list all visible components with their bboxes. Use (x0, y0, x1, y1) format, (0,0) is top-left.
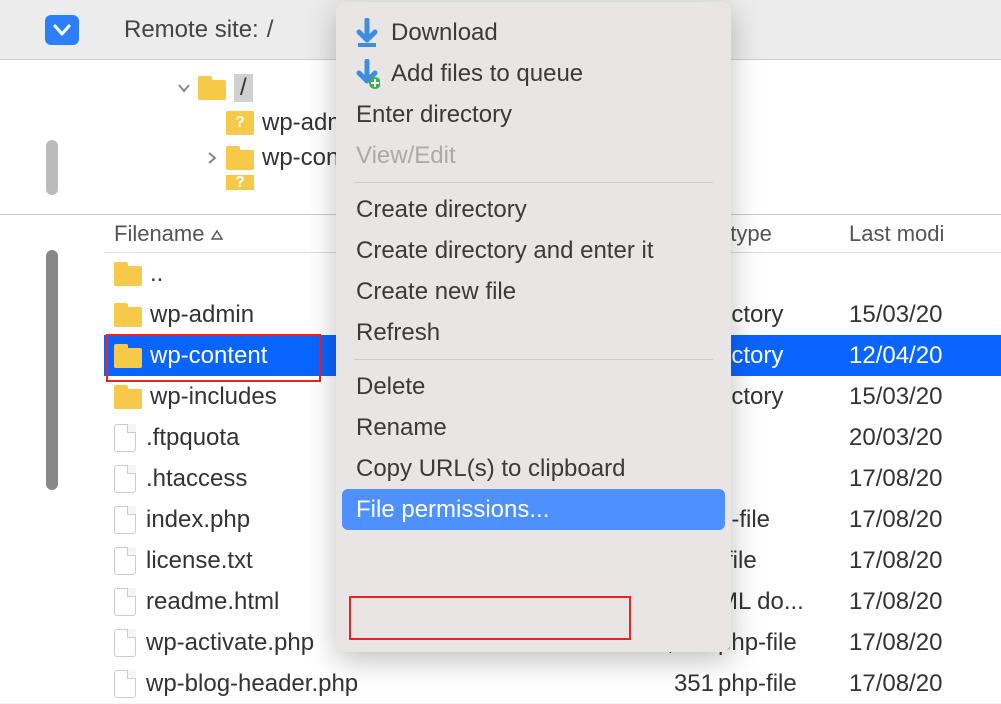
filetype-label: ML do... (714, 588, 839, 616)
modified-label: 17/08/20 (839, 465, 1001, 493)
folder-icon (226, 146, 254, 170)
list-scrollbar-thumb[interactable] (46, 250, 58, 490)
menu-separator (354, 359, 713, 360)
filename-label: wp-admin (150, 301, 254, 329)
filetype-label: php-file (714, 670, 839, 698)
filetype-label: -file (714, 547, 839, 575)
menu-item-enter-directory[interactable]: Enter directory (336, 94, 731, 135)
filetype-label: php-file (714, 629, 839, 657)
tree-item-label: wp-con (262, 144, 339, 172)
tree-item-label: wp-adm (262, 109, 347, 137)
folder-icon (114, 303, 142, 327)
folder-icon (198, 76, 226, 100)
menu-label: Delete (356, 373, 425, 401)
list-row[interactable]: wp-blog-header.php 351php-file17/08/20 (104, 663, 1001, 704)
filename-label: readme.html (146, 588, 279, 616)
filetype-label: ectory (714, 342, 839, 370)
tree-item-label: / (234, 74, 253, 102)
sort-ascending-icon (210, 221, 224, 247)
menu-item-create-directory[interactable]: Create directory (336, 189, 731, 230)
history-dropdown-button[interactable] (45, 15, 79, 45)
download-icon (354, 18, 380, 48)
folder-icon (114, 262, 142, 286)
menu-label: Add files to queue (391, 60, 583, 88)
menu-label: Create directory (356, 196, 527, 224)
file-icon (114, 506, 136, 534)
menu-item-delete[interactable]: Delete (336, 366, 731, 407)
file-icon (114, 465, 136, 493)
menu-label: Refresh (356, 319, 440, 347)
remote-site-label: Remote site: (124, 16, 259, 44)
menu-item-view-edit: View/Edit (336, 135, 731, 176)
filename-label: wp-includes (150, 383, 277, 411)
header-label: Filename (114, 221, 204, 247)
chevron-down-icon[interactable] (174, 78, 194, 98)
file-icon (114, 670, 136, 698)
filename-label: wp-content (150, 342, 267, 370)
filename-label: .ftpquota (146, 424, 239, 452)
filesize-label: 351 (644, 670, 714, 698)
context-menu: Download Add files to queue Enter direct… (336, 2, 731, 652)
filename-label: .htaccess (146, 465, 247, 493)
modified-label: 17/08/20 (839, 670, 1001, 698)
filename-label: license.txt (146, 547, 253, 575)
filetype-label: e (714, 424, 839, 452)
menu-label: Enter directory (356, 101, 512, 129)
modified-label: 20/03/20 (839, 424, 1001, 452)
filetype-label: ectory (714, 383, 839, 411)
remote-site-path[interactable]: / (267, 16, 274, 44)
modified-label: 17/08/20 (839, 588, 1001, 616)
tree-scrollbar[interactable] (0, 60, 104, 214)
filename-label: wp-activate.php (146, 629, 314, 657)
modified-label: 12/04/20 (839, 342, 1001, 370)
file-icon (114, 547, 136, 575)
file-icon (114, 588, 136, 616)
menu-item-copy-url[interactable]: Copy URL(s) to clipboard (336, 448, 731, 489)
folder-unknown-icon (226, 111, 254, 135)
filetype-label: ectory (714, 301, 839, 329)
menu-label: Rename (356, 414, 447, 442)
spacer (202, 113, 222, 133)
menu-label: Create new file (356, 278, 516, 306)
folder-icon (114, 385, 142, 409)
menu-item-create-directory-enter[interactable]: Create directory and enter it (336, 230, 731, 271)
filename-label: wp-blog-header.php (146, 670, 358, 698)
filetype-label: p-file (714, 506, 839, 534)
menu-item-refresh[interactable]: Refresh (336, 312, 731, 353)
modified-label: 17/08/20 (839, 629, 1001, 657)
folder-unknown-icon (226, 175, 254, 190)
modified-label: 15/03/20 (839, 301, 1001, 329)
menu-label: Download (391, 19, 498, 47)
filetype-label: e (714, 465, 839, 493)
menu-label: View/Edit (356, 142, 456, 170)
header-label: Last modi (849, 221, 944, 246)
menu-label: Copy URL(s) to clipboard (356, 455, 625, 483)
modified-label: 15/03/20 (839, 383, 1001, 411)
modified-label: 17/08/20 (839, 547, 1001, 575)
spacer (202, 175, 222, 190)
chevron-right-icon[interactable] (202, 148, 222, 168)
menu-item-file-permissions[interactable]: File permissions... (342, 489, 725, 530)
menu-separator (354, 182, 713, 183)
tree-scrollbar-thumb[interactable] (46, 140, 58, 195)
menu-item-add-queue[interactable]: Add files to queue (336, 53, 731, 94)
menu-label: Create directory and enter it (356, 237, 653, 265)
folder-icon (114, 344, 142, 368)
menu-item-rename[interactable]: Rename (336, 407, 731, 448)
modified-label: 17/08/20 (839, 506, 1001, 534)
file-icon (114, 629, 136, 657)
menu-item-download[interactable]: Download (336, 12, 731, 53)
menu-item-create-file[interactable]: Create new file (336, 271, 731, 312)
column-header-modified[interactable]: Last modi (839, 221, 1001, 247)
chevron-down-icon (53, 23, 71, 37)
menu-label: File permissions... (356, 496, 549, 524)
list-scrollbar[interactable] (0, 215, 104, 703)
file-icon (114, 424, 136, 452)
add-queue-icon (354, 59, 380, 89)
filename-label: .. (150, 260, 163, 288)
filename-label: index.php (146, 506, 250, 534)
column-header-filetype[interactable]: etype (714, 221, 839, 247)
